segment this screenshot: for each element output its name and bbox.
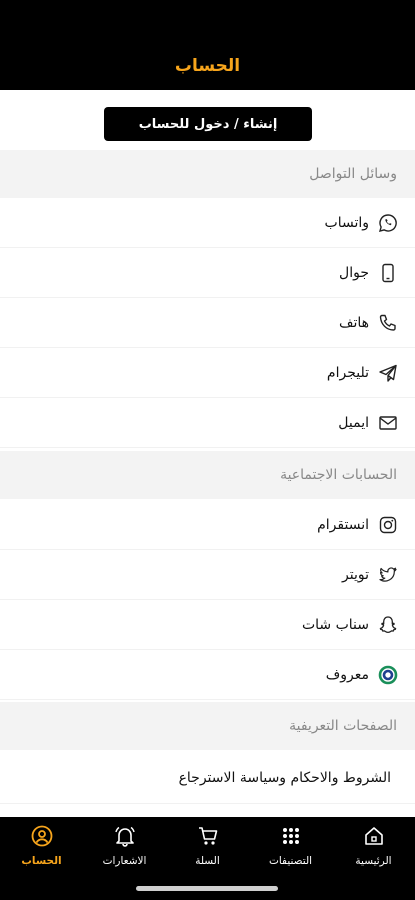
tab-label: التصنيفات [268, 855, 313, 867]
section-title: وسائل التواصل [309, 166, 397, 182]
contact-item-label: هاتف [338, 314, 369, 331]
contact-item-phone[interactable]: هاتف [0, 298, 415, 348]
social-item-label: انستقرام [317, 516, 369, 533]
maroof-icon [377, 664, 399, 686]
grid-icon [278, 823, 304, 849]
contact-item-email[interactable]: ايميل [0, 398, 415, 448]
tab-categories[interactable]: التصنيفات [249, 821, 332, 877]
contact-item-telegram[interactable]: تليجرام [0, 348, 415, 398]
tab-home[interactable]: الرئيسية [332, 821, 415, 877]
email-icon [377, 412, 399, 434]
contact-item-whatsapp[interactable]: واتساب [0, 198, 415, 248]
page-item-terms[interactable]: الشروط والاحكام وسياسة الاسترجاع [0, 752, 415, 804]
account-icon [29, 823, 55, 849]
tab-label: السلة [195, 855, 220, 867]
tab-notifications[interactable]: الاشعارات [83, 821, 166, 877]
contact-item-label: تليجرام [326, 364, 369, 381]
login-register-button[interactable]: إنشاء / دخول للحساب [104, 107, 312, 141]
social-item-maroof[interactable]: معروف [0, 650, 415, 700]
home-icon [361, 823, 387, 849]
tab-label: الحساب [21, 855, 62, 867]
social-item-label: تويتر [342, 566, 369, 583]
tab-label: الرئيسية [355, 855, 392, 867]
tab-cart[interactable]: السلة [166, 821, 249, 877]
contact-item-label: جوال [339, 264, 369, 281]
contact-item-label: واتساب [324, 214, 369, 231]
instagram-icon [377, 514, 399, 536]
section-header-pages: الصفحات التعريفية [0, 702, 415, 750]
page-item-label: الشروط والاحكام وسياسة الاسترجاع [178, 769, 391, 786]
section-title: الصفحات التعريفية [289, 718, 397, 734]
mobile-phone-icon [377, 262, 399, 284]
whatsapp-icon [377, 212, 399, 234]
tab-label: الاشعارات [102, 855, 147, 867]
snapchat-icon [377, 614, 399, 636]
bell-icon [112, 823, 138, 849]
phone-icon [377, 312, 399, 334]
home-indicator[interactable] [136, 886, 278, 891]
telegram-icon [377, 362, 399, 384]
social-item-instagram[interactable]: انستقرام [0, 500, 415, 550]
tab-account[interactable]: الحساب [0, 821, 83, 877]
section-title: الحسابات الاجتماعية [280, 467, 397, 483]
section-header-contact: وسائل التواصل [0, 150, 415, 198]
social-item-label: سناب شات [301, 616, 369, 633]
twitter-icon [377, 564, 399, 586]
page-title: الحساب [174, 56, 241, 76]
section-header-social: الحسابات الاجتماعية [0, 451, 415, 499]
contact-item-label: ايميل [338, 414, 369, 431]
login-area: إنشاء / دخول للحساب [0, 90, 415, 150]
social-item-label: معروف [325, 666, 369, 683]
app-header: الحساب [0, 0, 415, 90]
cart-icon [195, 823, 221, 849]
social-item-snapchat[interactable]: سناب شات [0, 600, 415, 650]
contact-item-mobile[interactable]: جوال [0, 248, 415, 298]
social-item-twitter[interactable]: تويتر [0, 550, 415, 600]
